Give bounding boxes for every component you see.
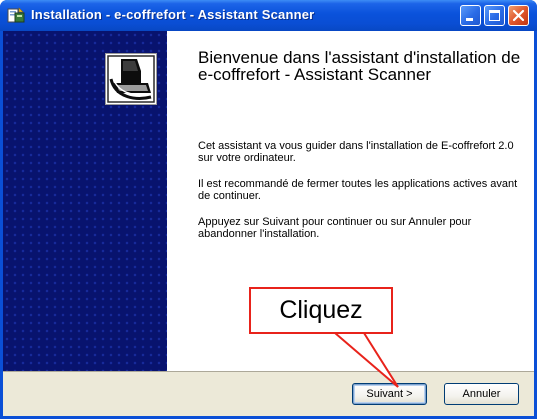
wizard-frame: Bienvenue dans l'assistant d'installatio… (3, 31, 534, 416)
window-title: Installation - e-coffrefort - Assistant … (31, 7, 315, 22)
close-icon (512, 9, 525, 22)
maximize-button[interactable] (484, 5, 505, 26)
minimize-button[interactable] (460, 5, 481, 26)
page-title: Bienvenue dans l'assistant d'installatio… (198, 48, 521, 84)
button-bar: Suivant > Annuler (3, 371, 534, 416)
intro-paragraph: Cet assistant va vous guider dans l'inst… (198, 140, 514, 164)
wizard-side-panel (3, 31, 167, 371)
minimize-icon (466, 18, 473, 21)
close-button[interactable] (508, 5, 529, 26)
maximize-icon (489, 10, 500, 21)
instruction-paragraph: Appuyez sur Suivant pour continuer ou su… (198, 216, 472, 240)
installer-window: Installation - e-coffrefort - Assistant … (0, 0, 537, 419)
next-button[interactable]: Suivant > (352, 383, 427, 405)
installer-icon (7, 7, 25, 23)
scanner-icon (105, 53, 157, 105)
title-bar[interactable]: Installation - e-coffrefort - Assistant … (0, 0, 537, 31)
recommendation-paragraph: Il est recommandé de fermer toutes les a… (198, 178, 518, 202)
cancel-button[interactable]: Annuler (444, 383, 519, 405)
callout-box: Cliquez (249, 287, 393, 334)
callout-label: Cliquez (279, 296, 363, 324)
